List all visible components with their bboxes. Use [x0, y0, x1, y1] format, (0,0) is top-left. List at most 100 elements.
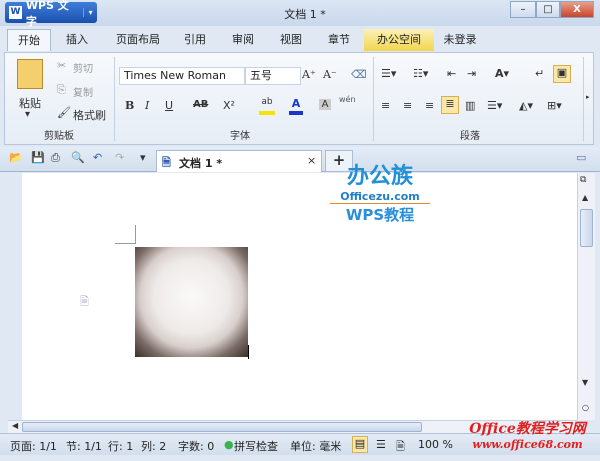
- open-icon[interactable]: 📂: [9, 151, 23, 164]
- scroll-thumb[interactable]: [22, 422, 422, 432]
- close-button[interactable]: X: [560, 1, 594, 18]
- clipboard-group-label: 剪贴板: [44, 131, 74, 142]
- tab-view[interactable]: 视图: [272, 29, 310, 51]
- customize-icon[interactable]: ▾: [140, 151, 146, 164]
- paste-icon[interactable]: [17, 59, 43, 89]
- numbered-list-icon[interactable]: ☷▾: [413, 67, 428, 80]
- save-icon[interactable]: 💾: [31, 151, 45, 164]
- decrease-indent-icon[interactable]: ⇤: [447, 67, 456, 80]
- format-painter-button[interactable]: 格式刷: [73, 107, 106, 123]
- font-color-button[interactable]: A: [289, 97, 303, 115]
- char-shading-button[interactable]: A: [319, 99, 331, 110]
- watermark-site-cn: Office教程学习网: [469, 421, 586, 437]
- title-bar: W WPS 文字 ▾ 文档 1 * – □ X: [0, 0, 600, 28]
- text-direction-icon[interactable]: A▾: [495, 67, 509, 80]
- italic-button[interactable]: I: [145, 99, 149, 112]
- font-name-select[interactable]: Times New Roman: [119, 67, 245, 85]
- increase-indent-icon[interactable]: ⇥: [467, 67, 476, 80]
- document-page[interactable]: [8, 173, 577, 420]
- web-view-icon[interactable]: 🗎: [396, 438, 405, 457]
- vertical-scrollbar[interactable]: ⧉ ▲ ▼ ○: [577, 173, 595, 420]
- align-center-icon[interactable]: ≡: [403, 99, 412, 112]
- login-link[interactable]: 未登录: [440, 29, 480, 51]
- outline-view-icon[interactable]: ☰: [376, 438, 386, 451]
- margin-marker: [135, 225, 136, 244]
- para-layout-icon[interactable]: ▣: [553, 65, 571, 83]
- scroll-up-icon[interactable]: ▲: [582, 193, 588, 202]
- chevron-down-icon[interactable]: ▾: [25, 109, 30, 120]
- page-view-icon[interactable]: ▤: [352, 436, 368, 453]
- split-icon[interactable]: ⧉: [580, 175, 586, 185]
- separator: [373, 57, 374, 141]
- section-status: 节: 1/1: [66, 440, 102, 453]
- bold-button[interactable]: B: [125, 99, 134, 112]
- highlight-icon[interactable]: ab: [259, 97, 275, 115]
- shading-icon[interactable]: ◭▾: [519, 99, 533, 112]
- wps-logo-icon: W: [9, 6, 22, 19]
- spell-check-button[interactable]: 拼写检查: [234, 438, 278, 454]
- justify-icon[interactable]: ≣: [441, 96, 459, 114]
- watermark-logo-cn: 办公族: [346, 164, 413, 189]
- window-title: 文档 1 *: [284, 8, 326, 21]
- word-count[interactable]: 字数: 0: [178, 438, 214, 454]
- copy-button[interactable]: 复制: [73, 84, 93, 99]
- text-cursor: [248, 345, 249, 359]
- tab-section[interactable]: 章节: [320, 29, 358, 51]
- separator: [583, 57, 584, 141]
- unit-status[interactable]: 单位: 毫米: [290, 438, 341, 454]
- show-marks-icon[interactable]: ↵: [535, 67, 544, 80]
- watermark-logo-sub: WPS教程: [345, 206, 415, 224]
- font-group-label: 字体: [230, 131, 250, 142]
- strikethrough-button[interactable]: AB: [193, 99, 208, 110]
- phonetic-guide-button[interactable]: wén: [339, 95, 356, 104]
- clear-format-icon[interactable]: ⌫: [351, 68, 367, 81]
- chevron-right-icon[interactable]: ▸: [586, 93, 590, 101]
- tab-office-space[interactable]: 办公空间: [364, 29, 434, 51]
- cut-button[interactable]: 剪切: [73, 60, 93, 75]
- page-status: 页面: 1/1: [10, 440, 57, 453]
- officezu-watermark: 办公族 Officezu.com WPS教程: [330, 158, 430, 225]
- format-painter-icon: 🖌: [57, 106, 71, 119]
- browse-object-icon[interactable]: ○: [582, 403, 589, 412]
- watermark-site-url: www.office68.com: [472, 438, 583, 451]
- cat-image[interactable]: [135, 247, 248, 357]
- copy-icon: ⎘: [57, 83, 66, 96]
- chevron-down-icon: ▾: [83, 8, 97, 17]
- grow-font-button[interactable]: A⁺: [302, 68, 316, 81]
- scissors-icon: ✂: [57, 59, 67, 72]
- watermark-logo-url: Officezu.com: [330, 190, 430, 204]
- wps-menu-button[interactable]: W WPS 文字 ▾: [5, 0, 97, 28]
- maximize-button[interactable]: □: [536, 1, 560, 18]
- print-icon[interactable]: ⎙: [51, 151, 60, 165]
- undo-icon[interactable]: ↶: [93, 151, 102, 164]
- superscript-button[interactable]: X²: [223, 99, 235, 112]
- tab-list-icon[interactable]: ▭: [576, 151, 586, 164]
- font-size-select[interactable]: 五号: [245, 67, 301, 85]
- borders-icon[interactable]: ⊞▾: [547, 99, 562, 112]
- bullet-list-icon[interactable]: ☰▾: [381, 67, 396, 80]
- tab-review[interactable]: 审阅: [224, 29, 262, 51]
- align-left-icon[interactable]: ≡: [381, 99, 390, 112]
- column-status: 列: 2: [141, 440, 167, 453]
- tab-home[interactable]: 开始: [7, 29, 51, 51]
- paragraph-group-label: 段落: [460, 131, 480, 142]
- scroll-thumb[interactable]: [580, 209, 593, 247]
- tab-page-layout[interactable]: 页面布局: [108, 29, 168, 51]
- underline-button[interactable]: U: [165, 99, 173, 112]
- close-tab-button[interactable]: ×: [307, 154, 316, 167]
- document-tab[interactable]: 🗎 文档 1 * ×: [156, 150, 322, 172]
- tab-insert[interactable]: 插入: [55, 29, 99, 51]
- align-right-icon[interactable]: ≡: [425, 99, 434, 112]
- minimize-button[interactable]: –: [510, 1, 536, 18]
- tab-references[interactable]: 引用: [176, 29, 214, 51]
- margin-marker: [115, 243, 135, 244]
- scroll-down-icon[interactable]: ▼: [582, 378, 588, 387]
- shrink-font-button[interactable]: A⁻: [323, 68, 337, 81]
- print-preview-icon[interactable]: 🔍: [71, 151, 85, 164]
- line-spacing-icon[interactable]: ☰▾: [487, 99, 502, 112]
- document-tab-title: 文档 1 *: [179, 157, 223, 170]
- zoom-level[interactable]: 100 %: [418, 438, 453, 451]
- scroll-left-icon[interactable]: ◀: [12, 421, 18, 430]
- redo-icon[interactable]: ↷: [115, 151, 124, 164]
- distribute-icon[interactable]: ▥: [465, 99, 475, 112]
